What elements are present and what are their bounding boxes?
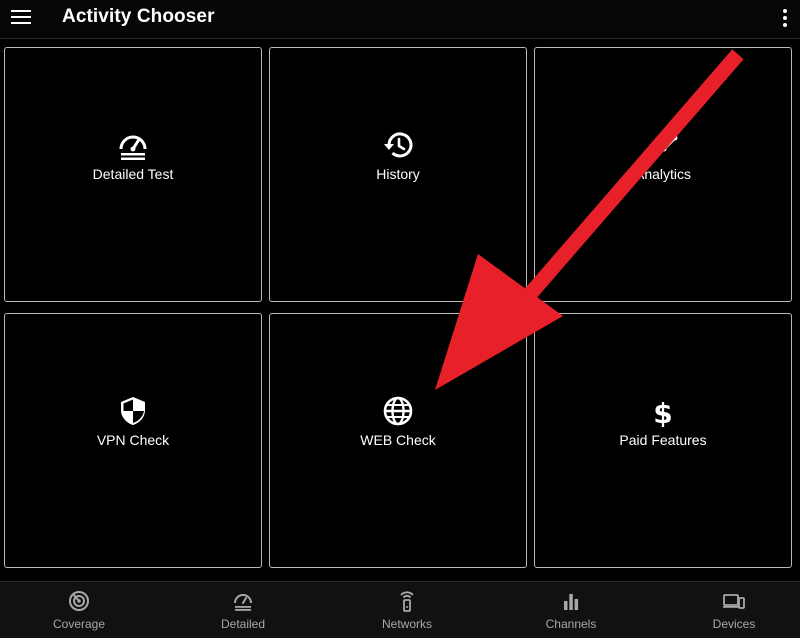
more-vert-icon[interactable] (780, 8, 790, 28)
nav-item-detailed[interactable]: Detailed (183, 582, 303, 638)
history-icon (384, 131, 413, 157)
tile-label: VPN Check (96, 431, 170, 448)
nav-item-devices[interactable]: Devices (674, 582, 794, 638)
shield-icon (121, 396, 145, 425)
speedometer-icon (234, 594, 252, 611)
radar-icon (69, 591, 89, 611)
globe-icon (383, 396, 413, 425)
tile-history[interactable]: History (269, 47, 527, 302)
tile-detailed-test[interactable]: Detailed Test (4, 47, 262, 302)
bottom-navigation: Coverage Detailed Networks Channels Devi… (0, 581, 800, 638)
nav-label: Devices (712, 617, 756, 631)
router-icon (400, 591, 414, 612)
tile-analytics[interactable]: Analytics (534, 47, 792, 302)
speedometer-icon (119, 135, 147, 160)
tile-label: History (376, 165, 420, 182)
devices-icon (723, 594, 745, 609)
app-window: Activity Chooser Detailed Test History A… (0, 0, 800, 638)
tile-vpn-check[interactable]: VPN Check (4, 313, 262, 568)
nav-item-networks[interactable]: Networks (347, 582, 467, 638)
hamburger-menu-icon[interactable] (10, 8, 32, 26)
dollar-icon: $ (653, 397, 672, 427)
nav-item-coverage[interactable]: Coverage (19, 582, 139, 638)
tile-label: WEB Check (360, 431, 436, 448)
svg-text:$: $ (653, 397, 672, 427)
bar-chart-icon (564, 594, 579, 610)
analytics-icon (647, 135, 678, 155)
tile-label: Analytics (634, 165, 692, 182)
nav-label: Channels (545, 617, 597, 631)
tile-web-check[interactable]: WEB Check (269, 313, 527, 568)
tile-paid-features[interactable]: $ Paid Features (534, 313, 792, 568)
page-title: Activity Chooser (62, 6, 215, 27)
app-bar: Activity Chooser (0, 0, 800, 39)
nav-label: Detailed (220, 617, 266, 631)
tile-label: Paid Features (619, 431, 707, 448)
nav-label: Coverage (52, 617, 106, 631)
nav-item-channels[interactable]: Channels (511, 582, 631, 638)
nav-label: Networks (381, 617, 432, 631)
tile-label: Detailed Test (92, 165, 174, 182)
